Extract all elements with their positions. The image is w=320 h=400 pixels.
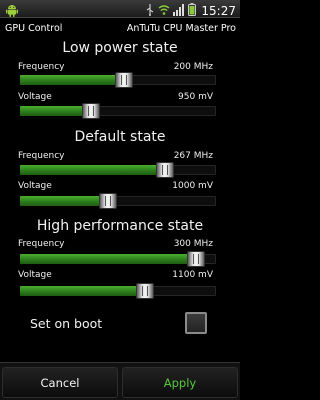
frequency-label: Frequency [18, 62, 65, 72]
slider-thumb[interactable] [81, 103, 100, 119]
set-on-boot-label: Set on boot [30, 316, 103, 331]
low-power-voltage-slider[interactable] [20, 103, 216, 119]
voltage-value: 1000 mV [172, 181, 213, 191]
clock: 15:27 [201, 3, 236, 18]
section-title-default: Default state [74, 129, 166, 145]
title-bar: GPU Control AnTuTu CPU Master Pro [0, 19, 240, 37]
cancel-button[interactable]: Cancel [2, 367, 118, 398]
bottom-button-bar: Cancel Apply [0, 362, 240, 400]
battery-icon [188, 1, 197, 20]
frequency-label: Frequency [18, 239, 65, 249]
slider-thumb[interactable] [136, 283, 155, 299]
low-power-frequency-slider[interactable] [20, 72, 216, 88]
voltage-label: Voltage [18, 181, 52, 191]
frequency-value: 200 MHz [173, 62, 213, 72]
voltage-label: Voltage [18, 92, 52, 102]
slider-thumb[interactable] [156, 162, 175, 178]
app-title: AnTuTu CPU Master Pro [126, 22, 236, 34]
signal-icon [173, 1, 185, 20]
slider-thumb[interactable] [187, 251, 206, 267]
voltage-label: Voltage [18, 270, 52, 280]
frequency-value: 300 MHz [173, 239, 213, 249]
slider-thumb[interactable] [114, 72, 133, 88]
frequency-label: Frequency [18, 151, 65, 161]
status-bar: 15:27 [0, 0, 240, 18]
voltage-value: 950 mV [178, 92, 213, 102]
section-title-low-power: Low power state [62, 40, 178, 56]
wifi-icon [158, 1, 170, 20]
high-performance-voltage-slider[interactable] [20, 283, 216, 299]
frequency-value: 267 MHz [173, 151, 213, 161]
set-on-boot-checkbox[interactable] [185, 312, 207, 334]
default-voltage-slider[interactable] [20, 193, 216, 209]
default-frequency-slider[interactable] [20, 162, 216, 178]
voltage-value: 1100 mV [172, 270, 213, 280]
high-performance-frequency-slider[interactable] [20, 251, 216, 267]
apply-button[interactable]: Apply [122, 367, 238, 398]
section-title-high-performance: High performance state [36, 218, 204, 234]
usb-icon [145, 1, 155, 20]
screen-title: GPU Control [5, 22, 63, 34]
slider-thumb[interactable] [99, 193, 118, 209]
